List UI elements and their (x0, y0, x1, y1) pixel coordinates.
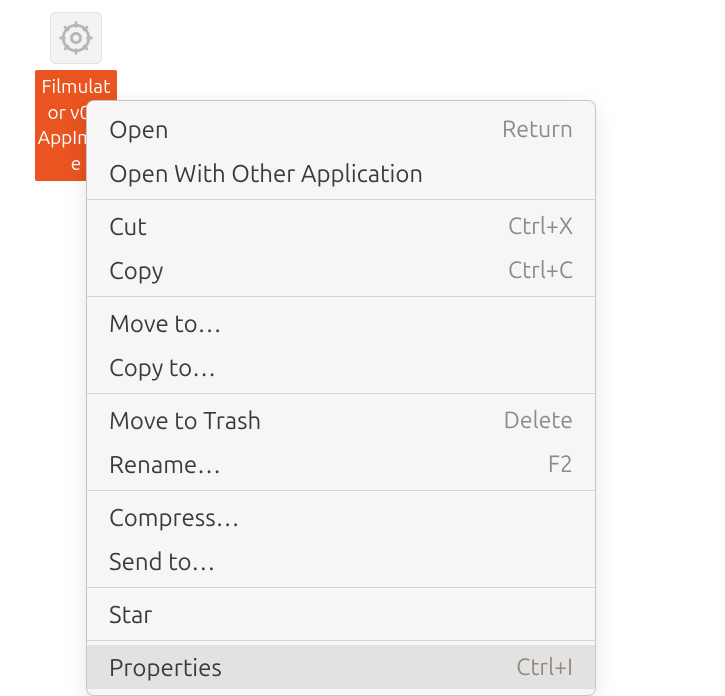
file-context-menu: Open Return Open With Other Application … (86, 100, 596, 696)
menu-item-rename[interactable]: Rename… F2 (87, 442, 595, 486)
menu-item-label: Copy (109, 257, 163, 284)
menu-item-star[interactable]: Star (87, 592, 595, 636)
menu-item-label: Move to… (109, 310, 222, 337)
menu-item-send-to[interactable]: Send to… (87, 539, 595, 583)
menu-separator (87, 296, 595, 297)
menu-item-label: Move to Trash (109, 407, 261, 434)
menu-item-label: Properties (109, 654, 222, 681)
menu-item-shortcut: Delete (504, 408, 573, 433)
menu-item-shortcut: Ctrl+C (508, 258, 573, 283)
menu-item-open[interactable]: Open Return (87, 107, 595, 151)
menu-item-shortcut: Return (502, 117, 573, 142)
menu-item-label: Rename… (109, 451, 221, 478)
menu-separator (87, 393, 595, 394)
menu-item-label: Star (109, 601, 152, 628)
menu-item-label: Send to… (109, 548, 215, 575)
menu-item-shortcut: Ctrl+X (508, 214, 573, 239)
menu-item-label: Compress… (109, 504, 240, 531)
menu-item-label: Cut (109, 213, 147, 240)
app-gear-icon (50, 12, 102, 64)
menu-separator (87, 199, 595, 200)
menu-item-label: Open (109, 116, 169, 143)
menu-item-shortcut: Ctrl+I (516, 655, 573, 680)
menu-item-move-to-trash[interactable]: Move to Trash Delete (87, 398, 595, 442)
menu-item-open-with[interactable]: Open With Other Application (87, 151, 595, 195)
menu-item-label: Copy to… (109, 354, 216, 381)
menu-item-move-to[interactable]: Move to… (87, 301, 595, 345)
menu-item-copy[interactable]: Copy Ctrl+C (87, 248, 595, 292)
menu-item-label: Open With Other Application (109, 160, 423, 187)
menu-item-cut[interactable]: Cut Ctrl+X (87, 204, 595, 248)
menu-item-properties[interactable]: Properties Ctrl+I (87, 645, 595, 689)
menu-separator (87, 490, 595, 491)
menu-item-compress[interactable]: Compress… (87, 495, 595, 539)
menu-item-shortcut: F2 (548, 452, 573, 477)
menu-separator (87, 587, 595, 588)
menu-item-copy-to[interactable]: Copy to… (87, 345, 595, 389)
menu-separator (87, 640, 595, 641)
